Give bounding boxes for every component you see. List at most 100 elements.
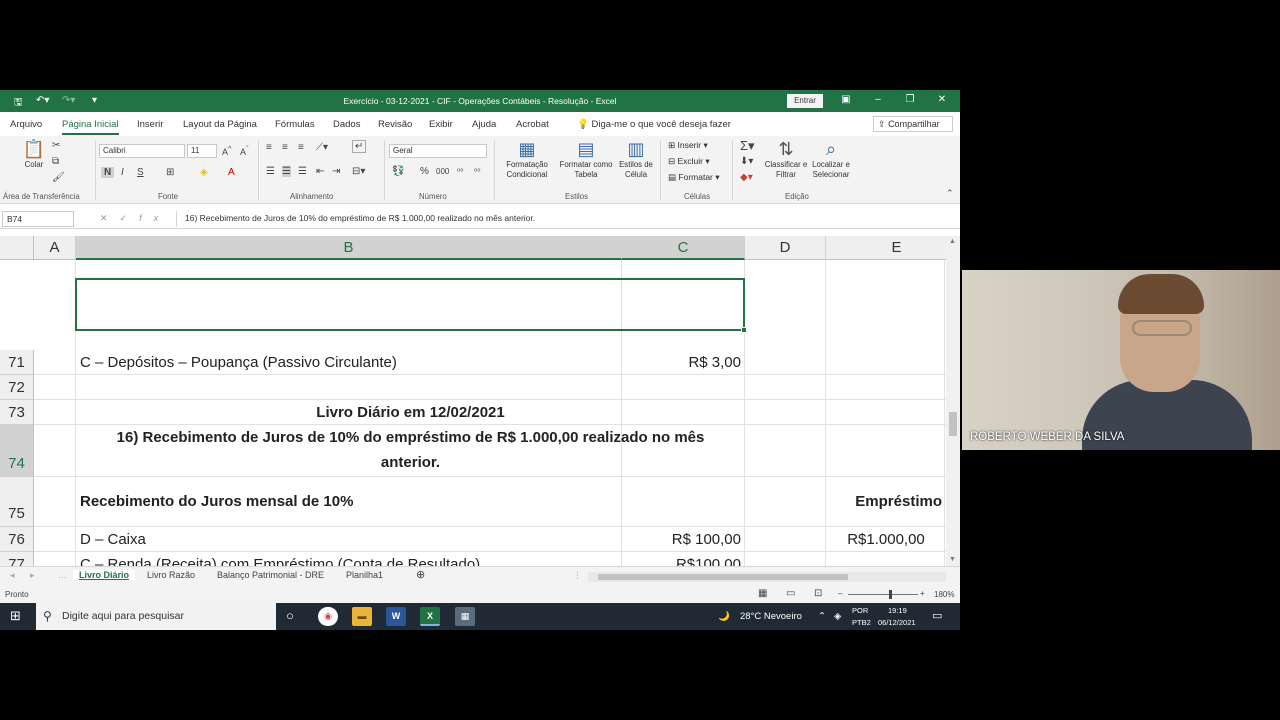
increase-indent-icon[interactable]: ⇥ <box>332 166 340 177</box>
cut-icon[interactable]: ✂ <box>52 140 60 151</box>
cell-b71[interactable]: C – Depósitos – Poupança (Passivo Circul… <box>76 352 622 374</box>
tab-pagina-inicial[interactable]: Página Inicial <box>62 119 119 135</box>
zoom-in-icon[interactable]: + <box>920 589 925 598</box>
column-header-c[interactable]: C <box>622 236 745 260</box>
network-icon[interactable]: ◈ <box>834 611 841 622</box>
tab-revisao[interactable]: Revisão <box>378 119 412 130</box>
cell-b77[interactable]: C – Renda (Receita) com Empréstimo (Cont… <box>76 554 622 566</box>
zoom-level[interactable]: 180% <box>934 590 954 599</box>
wrap-text-icon[interactable]: ↵ <box>352 140 367 153</box>
thousands-icon[interactable]: 000 <box>436 167 449 176</box>
weather-icon[interactable]: 🌙 <box>718 611 730 622</box>
maximize-button[interactable]: ❐ <box>900 94 920 105</box>
row-header-77[interactable]: 77 <box>0 552 34 566</box>
sheet-tab-livro-razao[interactable]: Livro Razão <box>147 570 195 580</box>
row-header-71[interactable]: 71 <box>0 350 34 375</box>
sheet-tab-balanco[interactable]: Balanço Patrimonial - DRE <box>217 570 324 580</box>
minimize-button[interactable]: – <box>868 94 888 105</box>
align-bottom-icon[interactable]: ≡ <box>298 142 304 153</box>
tab-arquivo[interactable]: Arquivo <box>10 119 42 130</box>
underline-icon[interactable]: S <box>137 167 144 178</box>
cell-b75[interactable]: Recebimento do Juros mensal de 10% <box>76 491 622 513</box>
sign-in-button[interactable]: Entrar <box>787 94 823 108</box>
select-all-corner[interactable] <box>0 236 34 260</box>
excel-icon[interactable]: X <box>420 607 440 626</box>
copy-icon[interactable]: ⧉ <box>52 156 59 167</box>
italic-icon[interactable]: I <box>121 167 124 178</box>
decrease-indent-icon[interactable]: ⇤ <box>316 166 324 177</box>
sheet-tab-planilha1[interactable]: Planilha1 <box>346 570 383 580</box>
increase-decimal-icon[interactable]: ⁰⁰ <box>457 167 463 176</box>
cell-c77[interactable]: R$100,00 <box>622 554 745 566</box>
currency-icon[interactable]: 💱 <box>392 166 404 177</box>
align-left-icon[interactable]: ☰ <box>266 166 275 177</box>
row-header-73[interactable]: 73 <box>0 400 34 425</box>
vertical-scrollbar[interactable]: ▲ ▼ <box>946 236 960 566</box>
horizontal-scroll-thumb[interactable] <box>598 574 848 580</box>
fill-handle[interactable] <box>741 327 747 333</box>
vertical-scroll-thumb[interactable] <box>949 412 957 436</box>
tab-exibir[interactable]: Exibir <box>429 119 453 130</box>
cancel-icon[interactable]: ✕ <box>100 213 120 223</box>
add-sheet-icon[interactable]: ⊕ <box>416 568 425 581</box>
row-header-76[interactable]: 76 <box>0 527 34 552</box>
calculator-icon[interactable]: ▦ <box>455 607 475 626</box>
format-cells-button[interactable]: ▤ Formatar ▾ <box>668 172 720 183</box>
cell-c71[interactable]: R$ 3,00 <box>622 352 745 374</box>
decrease-decimal-icon[interactable]: ⁰⁰ <box>474 167 480 176</box>
file-explorer-icon[interactable]: ▬ <box>352 607 372 626</box>
taskbar-search-box[interactable]: ⚲ Digite aqui para pesquisar <box>36 603 276 630</box>
selected-range-b74-c74[interactable] <box>75 278 747 333</box>
page-break-view-icon[interactable]: ⊡ <box>814 588 822 599</box>
percent-icon[interactable]: % <box>420 166 429 177</box>
insert-cells-button[interactable]: ⊞ Inserir ▾ <box>668 140 708 151</box>
zoom-out-icon[interactable]: – <box>838 589 842 598</box>
column-header-d[interactable]: D <box>745 236 826 260</box>
enter-icon[interactable]: ✓ <box>120 213 140 223</box>
column-header-b[interactable]: B <box>76 236 622 260</box>
tray-chevron-icon[interactable]: ⌃ <box>818 611 826 622</box>
chrome-icon[interactable]: ◉ <box>318 607 338 626</box>
sheet-tab-livro-diario[interactable]: Livro Diário <box>73 570 136 580</box>
sheet-more-icon[interactable]: … <box>58 570 67 580</box>
paste-button[interactable]: 📋 Colar <box>20 138 48 170</box>
page-layout-view-icon[interactable]: ▭ <box>786 588 795 599</box>
number-format-select[interactable]: Geral <box>389 144 487 158</box>
conditional-formatting-button[interactable]: ▦ Formatação Condicional <box>500 138 554 180</box>
cortana-icon[interactable]: ○ <box>286 608 294 623</box>
column-header-a[interactable]: A <box>34 236 76 260</box>
ribbon-display-icon[interactable]: ▣ <box>836 94 856 105</box>
tab-layout[interactable]: Layout da Página <box>183 119 257 130</box>
clock-date[interactable]: 06/12/2021 <box>878 618 916 627</box>
column-header-e[interactable]: E <box>826 236 946 260</box>
tab-acrobat[interactable]: Acrobat <box>516 119 549 130</box>
language-line-1[interactable]: POR <box>852 606 868 615</box>
tab-formulas[interactable]: Fórmulas <box>275 119 315 130</box>
clock-time[interactable]: 19:19 <box>888 606 907 615</box>
borders-icon[interactable]: ⊞ <box>166 167 174 178</box>
horizontal-scrollbar[interactable] <box>588 572 946 582</box>
clear-icon[interactable]: ◆▾ <box>740 172 753 183</box>
scroll-down-icon[interactable]: ▼ <box>949 556 956 563</box>
scroll-up-icon[interactable]: ▲ <box>949 238 956 245</box>
sort-filter-button[interactable]: ⇅ Classificar e Filtrar <box>764 138 808 180</box>
name-box[interactable]: B74 <box>2 211 74 227</box>
collapse-ribbon-icon[interactable]: ⌃ <box>946 188 954 199</box>
cell-c76[interactable]: R$ 100,00 <box>622 529 745 551</box>
align-top-icon[interactable]: ≡ <box>266 142 272 153</box>
formula-input[interactable]: 16) Recebimento de Juros de 10% do empré… <box>176 211 956 227</box>
close-button[interactable]: ✕ <box>932 94 952 105</box>
orientation-icon[interactable]: ⟋▾ <box>316 142 328 153</box>
cell-b74[interactable]: 16) Recebimento de Juros de 10% do empré… <box>76 427 745 449</box>
language-line-2[interactable]: PTB2 <box>852 618 871 627</box>
cell-b76[interactable]: D – Caixa <box>76 529 622 551</box>
autosum-icon[interactable]: Σ▾ <box>740 138 755 154</box>
tab-dados[interactable]: Dados <box>333 119 360 130</box>
windows-start-icon[interactable]: ⊞ <box>10 608 21 624</box>
cell-b74-line2[interactable]: anterior. <box>76 452 745 474</box>
align-center-icon[interactable]: ☰ <box>282 166 291 177</box>
delete-cells-button[interactable]: ⊟ Excluir ▾ <box>668 156 710 167</box>
fill-color-icon[interactable]: ◈ <box>200 167 208 178</box>
row-header-74[interactable]: 74 <box>0 425 34 477</box>
cell-e76[interactable]: R$1.000,00 <box>826 529 946 551</box>
